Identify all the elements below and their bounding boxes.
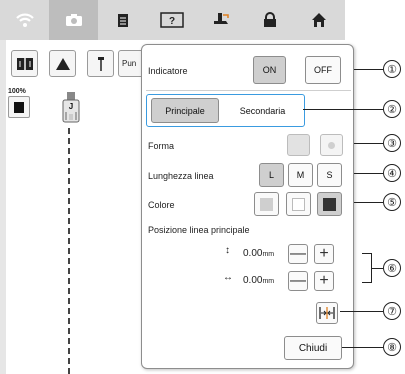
horizontal-minus-button[interactable]: — bbox=[288, 271, 308, 291]
callout-8: ⑧ bbox=[383, 338, 401, 356]
needle-icon bbox=[97, 56, 104, 71]
tab-lock[interactable] bbox=[245, 0, 294, 40]
color-gray-button[interactable] bbox=[254, 192, 279, 216]
gray-swatch bbox=[260, 197, 273, 211]
forma-dot-button[interactable] bbox=[320, 134, 343, 156]
tab-camera[interactable] bbox=[49, 0, 98, 40]
center-align-icon bbox=[319, 307, 335, 319]
tab-document[interactable] bbox=[98, 0, 147, 40]
vertical-minus-button[interactable]: — bbox=[288, 244, 308, 264]
wifi-icon bbox=[15, 13, 34, 27]
foot-letter: J bbox=[69, 102, 73, 111]
vertical-value: 0.00mm bbox=[243, 248, 275, 259]
document-icon bbox=[117, 13, 128, 27]
horizontal-plus-button[interactable]: + bbox=[314, 271, 334, 291]
lock-icon bbox=[263, 12, 276, 27]
colore-label: Colore bbox=[148, 200, 175, 210]
dot-icon bbox=[328, 141, 335, 149]
zoom-level: 100% bbox=[8, 88, 26, 95]
lunghezza-label: Lunghezza linea bbox=[148, 171, 214, 181]
callout-leader bbox=[342, 347, 383, 348]
callout-3: ③ bbox=[383, 134, 401, 152]
callout-leader bbox=[354, 69, 383, 70]
white-swatch bbox=[292, 197, 305, 211]
indicatore-label: Indicatore bbox=[148, 66, 188, 76]
guideline-settings-panel: Indicatore ON OFF Principale Secondaria … bbox=[141, 44, 354, 369]
color-white-button[interactable] bbox=[286, 192, 311, 216]
center-line-button[interactable] bbox=[316, 302, 338, 324]
callout-2: ② bbox=[383, 100, 401, 118]
horizontal-value: 0.00mm bbox=[243, 275, 275, 286]
vertical-arrows-icon: ↕ bbox=[225, 245, 230, 256]
separator bbox=[146, 90, 351, 91]
callout-5: ⑤ bbox=[383, 193, 401, 211]
pattern-button[interactable] bbox=[11, 50, 38, 77]
thread-color-swatch[interactable] bbox=[8, 96, 30, 118]
forma-label: Forma bbox=[148, 141, 175, 151]
shape-button[interactable] bbox=[49, 50, 76, 77]
callout-leader bbox=[354, 143, 383, 144]
on-button[interactable]: ON bbox=[253, 56, 286, 84]
book-icon bbox=[16, 57, 33, 70]
length-m-button[interactable]: M bbox=[288, 163, 313, 187]
callout-1: ① bbox=[383, 60, 401, 78]
callout-4: ④ bbox=[383, 164, 401, 182]
length-s-button[interactable]: S bbox=[317, 163, 342, 187]
callout-leader bbox=[340, 311, 383, 312]
forma-line-button[interactable] bbox=[287, 134, 310, 156]
tab-presser-foot[interactable] bbox=[196, 0, 245, 40]
callout-bracket bbox=[362, 253, 372, 283]
presser-foot-image: J bbox=[62, 92, 80, 123]
needle-guideline bbox=[68, 128, 70, 374]
vertical-plus-button[interactable]: + bbox=[314, 244, 334, 264]
color-black-button[interactable] bbox=[317, 192, 342, 216]
tab-wifi[interactable] bbox=[0, 0, 49, 40]
black-swatch bbox=[323, 197, 336, 211]
left-edge-strip bbox=[0, 40, 6, 374]
needle-button[interactable] bbox=[87, 50, 114, 77]
presser-foot-icon bbox=[213, 13, 229, 24]
svg-text:?: ? bbox=[168, 16, 174, 27]
callout-6: ⑥ bbox=[383, 259, 401, 277]
principale-button[interactable]: Principale bbox=[151, 98, 219, 123]
tab-help[interactable]: ? bbox=[147, 0, 196, 40]
top-tab-bar: ? bbox=[0, 0, 345, 40]
callout-leader bbox=[303, 109, 383, 110]
horizontal-arrows-icon: ↔ bbox=[223, 272, 233, 283]
secondaria-button[interactable]: Secondaria bbox=[225, 98, 300, 123]
chiudi-button[interactable]: Chiudi bbox=[284, 336, 342, 360]
triangle-icon bbox=[55, 57, 70, 70]
posizione-label: Posizione linea principale bbox=[148, 225, 250, 235]
off-button[interactable]: OFF bbox=[305, 56, 341, 84]
color-square bbox=[14, 101, 24, 113]
tab-home[interactable] bbox=[294, 0, 343, 40]
camera-icon bbox=[65, 14, 82, 26]
length-l-button[interactable]: L bbox=[259, 163, 284, 187]
home-icon bbox=[311, 13, 326, 27]
callout-leader bbox=[354, 173, 383, 174]
callout-leader bbox=[354, 202, 383, 203]
callout-7: ⑦ bbox=[383, 302, 401, 320]
help-icon: ? bbox=[159, 12, 184, 28]
callout-leader bbox=[372, 268, 383, 269]
